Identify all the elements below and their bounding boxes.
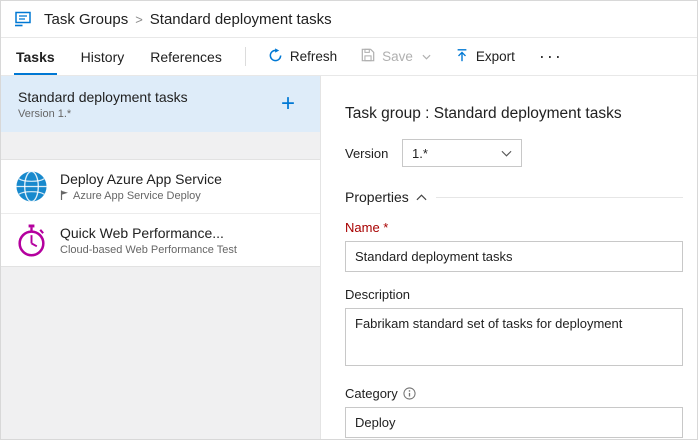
- save-label: Save: [382, 49, 413, 64]
- task-name: Quick Web Performance...: [60, 225, 237, 241]
- breadcrumb: Task Groups > Standard deployment tasks: [1, 1, 697, 38]
- task-subtitle: Cloud-based Web Performance Test: [60, 244, 237, 256]
- refresh-icon: [268, 48, 283, 66]
- tab-history[interactable]: History: [68, 38, 138, 75]
- export-button[interactable]: Export: [443, 38, 527, 75]
- save-button[interactable]: Save: [349, 38, 443, 75]
- toolbar-divider: [245, 47, 246, 66]
- chevron-down-icon: [501, 150, 512, 157]
- task-name: Deploy Azure App Service: [60, 171, 222, 187]
- breadcrumb-separator: >: [135, 12, 143, 27]
- properties-section-header[interactable]: Properties: [345, 189, 683, 205]
- task-group-version: Version 1.*: [18, 108, 188, 120]
- version-label: Version: [345, 146, 402, 161]
- azure-app-service-globe-icon: [13, 169, 49, 205]
- task-group-selected-item[interactable]: Standard deployment tasks Version 1.* +: [1, 76, 320, 132]
- version-select-value: 1.*: [412, 146, 428, 161]
- tab-toolbar-bar: Tasks History References Refresh Save: [1, 38, 697, 76]
- info-icon[interactable]: [403, 387, 416, 400]
- stopwatch-icon: [13, 222, 49, 258]
- export-icon: [455, 48, 469, 66]
- refresh-label: Refresh: [290, 49, 337, 64]
- description-textarea[interactable]: Fabrikam standard set of tasks for deplo…: [345, 308, 683, 366]
- tab-tasks[interactable]: Tasks: [3, 38, 68, 75]
- task-group-list-panel: Standard deployment tasks Version 1.* +: [1, 76, 321, 439]
- properties-section-title: Properties: [345, 189, 409, 205]
- task-item-quick-web-performance[interactable]: Quick Web Performance... Cloud-based Web…: [1, 213, 320, 266]
- more-button[interactable]: ···: [527, 38, 575, 75]
- task-item-deploy-azure-app-service[interactable]: Deploy Azure App Service Azure App Servi…: [1, 160, 320, 213]
- breadcrumb-item-current: Standard deployment tasks: [150, 11, 332, 28]
- flag-icon: [60, 190, 69, 203]
- chevron-up-icon: [416, 194, 427, 201]
- main-content: Standard deployment tasks Version 1.* +: [1, 76, 697, 439]
- refresh-button[interactable]: Refresh: [256, 38, 349, 75]
- category-label: Category: [345, 386, 398, 401]
- name-input[interactable]: [345, 241, 683, 272]
- save-icon: [361, 48, 375, 65]
- section-divider: [436, 197, 683, 198]
- add-task-group-button[interactable]: +: [273, 92, 303, 116]
- breadcrumb-item-root[interactable]: Task Groups: [44, 11, 128, 28]
- export-label: Export: [476, 49, 515, 64]
- task-group-details-panel: Task group : Standard deployment tasks V…: [321, 76, 697, 439]
- version-select[interactable]: 1.*: [402, 139, 522, 167]
- task-subtitle: Azure App Service Deploy: [73, 190, 201, 202]
- task-list: Deploy Azure App Service Azure App Servi…: [1, 159, 320, 267]
- task-groups-icon: [13, 9, 33, 29]
- description-label: Description: [345, 287, 683, 302]
- tab-references[interactable]: References: [137, 38, 235, 75]
- chevron-down-icon[interactable]: [422, 54, 431, 60]
- name-label: Name *: [345, 220, 683, 235]
- category-input[interactable]: [345, 407, 683, 438]
- task-group-title: Standard deployment tasks: [18, 89, 188, 105]
- task-groups-window: Task Groups > Standard deployment tasks …: [0, 0, 698, 440]
- details-title: Task group : Standard deployment tasks: [345, 105, 683, 123]
